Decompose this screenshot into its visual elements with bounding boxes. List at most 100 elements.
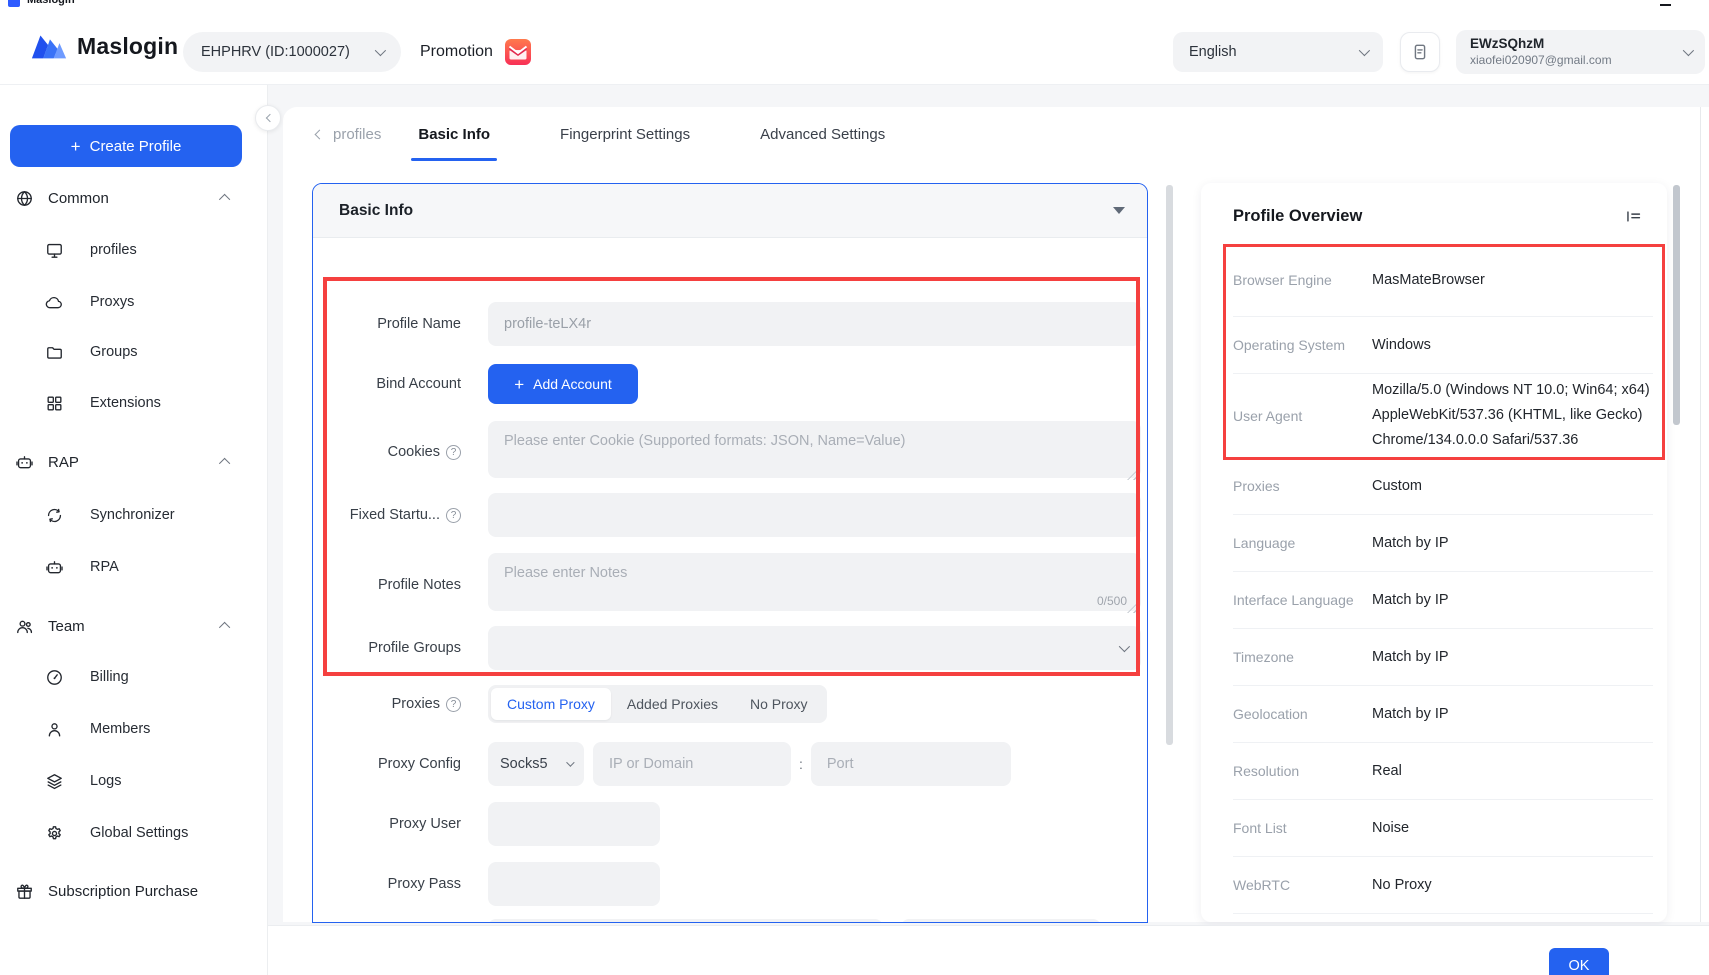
tab-basic-info[interactable]: Basic Info <box>403 107 505 161</box>
sidebar-item-billing[interactable]: Billing <box>0 664 268 690</box>
tab-favicon <box>8 0 20 7</box>
sync-icon <box>45 506 64 525</box>
globe-icon <box>15 189 34 208</box>
section-label: Team <box>48 618 85 635</box>
overview-row: Language Match by IP <box>1233 515 1653 572</box>
user-account-menu[interactable]: EWzSQhzM xiaofei020907@gmail.com <box>1456 30 1705 74</box>
tab-title: Maslogin <box>27 0 75 6</box>
help-icon[interactable]: ? <box>446 697 461 712</box>
basic-info-card-header[interactable]: Basic Info <box>313 184 1147 238</box>
plus-icon: + <box>514 376 524 393</box>
language-selector-label: English <box>1189 44 1237 60</box>
clipped-input[interactable] <box>488 919 883 923</box>
sidebar-item-profiles[interactable]: profiles <box>0 237 268 263</box>
chevron-left-icon <box>315 129 325 139</box>
create-profile-label: Create Profile <box>90 138 182 155</box>
layers-icon <box>45 772 64 791</box>
clipped-input[interactable] <box>901 919 1101 923</box>
docs-button[interactable] <box>1400 32 1440 72</box>
promotion-label: Promotion <box>420 43 493 61</box>
create-profile-button[interactable]: + Create Profile <box>10 125 242 167</box>
help-icon[interactable]: ? <box>446 445 461 460</box>
user-name: EWzSQhzM <box>1470 36 1683 53</box>
ok-button[interactable]: OK <box>1549 948 1609 975</box>
sidebar-item-subscription-purchase[interactable]: Subscription Purchase <box>0 878 268 904</box>
basic-info-card: Basic Info Profile Name Bind Account + A… <box>312 183 1148 923</box>
sidebar-item-extensions[interactable]: Extensions <box>0 390 268 416</box>
sidebar-collapse-button[interactable] <box>255 105 281 131</box>
breadcrumb-label: profiles <box>333 126 381 143</box>
field-label: Profile Notes <box>313 577 461 593</box>
profile-notes-textarea[interactable] <box>488 553 1141 611</box>
overview-row: Resolution Real <box>1233 743 1653 800</box>
overview-title: Profile Overview <box>1233 207 1624 226</box>
chevron-down-icon <box>375 45 386 56</box>
overview-row: Geolocation Match by IP <box>1233 686 1653 743</box>
sidebar-item-proxys[interactable]: Proxys <box>0 289 268 315</box>
billing-gauge-icon <box>45 668 64 687</box>
team-selector[interactable]: EHPHRV (ID:1000027) <box>183 32 401 72</box>
proxy-port-input[interactable] <box>811 742 1011 786</box>
sidebar-section-common[interactable]: Common <box>0 185 268 211</box>
sidebar-section-team[interactable]: Team <box>0 613 268 639</box>
collapse-triangle-icon[interactable] <box>1113 207 1125 214</box>
fixed-startup-input[interactable] <box>488 493 1141 537</box>
language-selector[interactable]: English <box>1173 32 1383 72</box>
proxy-mode-added[interactable]: Added Proxies <box>611 688 734 720</box>
gift-icon <box>15 882 34 901</box>
help-icon[interactable]: ? <box>446 508 461 523</box>
section-label: Common <box>48 190 109 207</box>
chevron-left-icon <box>265 114 273 122</box>
browser-tab-strip: Maslogin <box>0 0 1709 8</box>
profile-groups-row: Profile Groups <box>313 626 1148 670</box>
chevron-down-icon <box>1359 45 1370 56</box>
page-tabs: profiles Basic Info Fingerprint Settings… <box>283 107 1709 161</box>
tab-advanced-settings[interactable]: Advanced Settings <box>745 107 900 161</box>
breadcrumb-back[interactable]: profiles <box>316 126 381 143</box>
promotion-link[interactable]: Promotion <box>420 39 531 65</box>
tab-fingerprint-settings[interactable]: Fingerprint Settings <box>545 107 705 161</box>
profile-notes-row: Profile Notes 0/500 <box>313 553 1148 616</box>
cookies-textarea[interactable] <box>488 421 1141 478</box>
proxy-host-input[interactable] <box>593 742 791 786</box>
item-label: Extensions <box>90 395 161 411</box>
overview-header: Profile Overview <box>1201 183 1667 244</box>
sidebar-item-synchronizer[interactable]: Synchronizer <box>0 502 268 528</box>
item-label: RPA <box>90 559 119 575</box>
user-email: xiaofei020907@gmail.com <box>1470 53 1683 68</box>
profile-overview-card: Profile Overview Browser Engine MasMateB… <box>1201 183 1667 922</box>
sidebar-section-rap[interactable]: RAP <box>0 449 268 475</box>
add-account-button[interactable]: + Add Account <box>488 364 638 404</box>
sidebar-item-rpa[interactable]: RPA <box>0 554 268 580</box>
main-scrollbar-thumb[interactable] <box>1166 185 1173 745</box>
overview-list-icon[interactable] <box>1624 207 1643 226</box>
proxy-mode-none[interactable]: No Proxy <box>734 688 824 720</box>
proxy-config-row: Proxy Config Socks5 : <box>313 742 1148 786</box>
sidebar-item-global-settings[interactable]: Global Settings <box>0 820 268 846</box>
chevron-up-icon <box>219 194 230 205</box>
item-label: Global Settings <box>90 825 188 841</box>
field-label: Fixed Startu... ? <box>313 507 461 523</box>
host-port-separator: : <box>799 756 803 772</box>
sidebar-item-members[interactable]: Members <box>0 716 268 742</box>
proxy-user-row: Proxy User <box>313 802 1148 846</box>
chevron-down-icon <box>1119 641 1130 652</box>
proxy-pass-row: Proxy Pass <box>313 862 1148 906</box>
field-label: Cookies ? <box>313 444 461 460</box>
proxy-pass-input[interactable] <box>488 862 660 906</box>
sidebar-item-groups[interactable]: Groups <box>0 339 268 365</box>
minimize-icon[interactable] <box>1660 4 1671 6</box>
sidebar-item-logs[interactable]: Logs <box>0 768 268 794</box>
proxy-mode-custom[interactable]: Custom Proxy <box>491 688 611 720</box>
item-label: Proxys <box>90 294 134 310</box>
proxy-user-input[interactable] <box>488 802 660 846</box>
item-label: profiles <box>90 242 137 258</box>
monitor-icon <box>45 241 64 260</box>
profile-name-input[interactable] <box>488 302 1141 346</box>
item-label: Subscription Purchase <box>48 883 198 900</box>
overview-scrollbar-thumb[interactable] <box>1673 185 1680 425</box>
sidebar: + Create Profile Common profiles Proxys <box>0 85 268 975</box>
proxy-protocol-select[interactable]: Socks5 <box>488 742 584 786</box>
bind-account-row: Bind Account + Add Account <box>313 364 1148 404</box>
profile-groups-select[interactable] <box>488 626 1141 670</box>
